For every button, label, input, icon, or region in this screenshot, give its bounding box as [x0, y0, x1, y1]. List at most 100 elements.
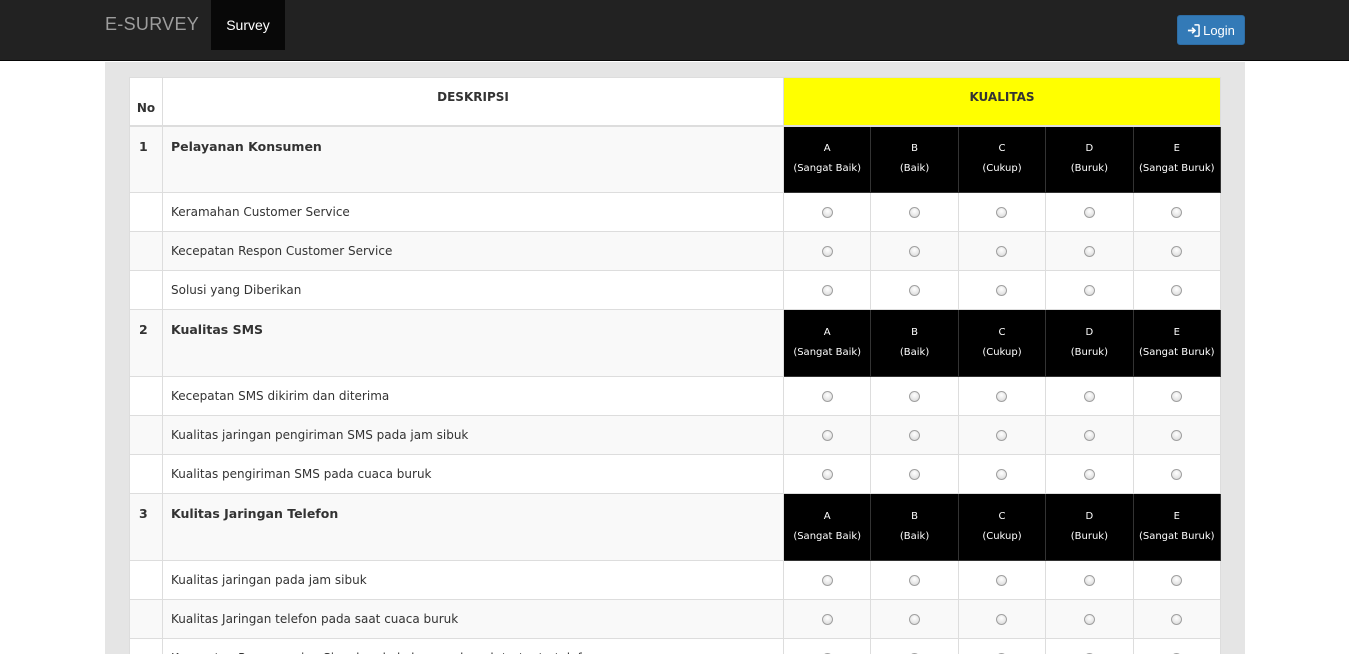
rating-radio[interactable] [996, 468, 1008, 480]
grade-header-cell: D (Buruk) [1045, 493, 1134, 561]
question-empty-cell [129, 599, 163, 639]
grade-letter: B [911, 143, 919, 155]
radio-cell [957, 270, 1047, 310]
rating-radio[interactable] [1083, 613, 1095, 625]
question-empty-cell [129, 192, 163, 232]
grade-label: (Baik) [899, 163, 930, 175]
section-row: 3 Kulitas Jaringan Telefon A (Sangat Baik) B… [129, 493, 1221, 561]
rating-radio[interactable] [1171, 206, 1183, 218]
rating-radio[interactable] [821, 574, 833, 586]
rating-radio[interactable] [1171, 390, 1183, 402]
grade-label: (Cukup) [982, 531, 1022, 542]
rating-radio[interactable] [1083, 574, 1095, 586]
grade-header-cell: C (Cukup) [957, 125, 1047, 193]
top-navbar: E-SURVEY Survey Login [0, 0, 1349, 61]
login-label: Login [1203, 22, 1235, 38]
grade-letter: C [998, 143, 1006, 155]
grade-label: (Sangat Baik) [793, 163, 862, 175]
rating-radio[interactable] [909, 574, 921, 586]
radio-cell [782, 599, 872, 639]
rating-radio[interactable] [1083, 245, 1095, 257]
question-row: Kecepatan Penyampaian Sinyal pada kalang… [129, 638, 1221, 654]
grade-label: (Buruk) [1070, 347, 1108, 358]
rating-radio[interactable] [1171, 245, 1183, 257]
tab-survey[interactable]: Survey [211, 0, 285, 50]
radio-cell [870, 192, 959, 232]
radio-cell [870, 231, 959, 271]
grade-label: (Cukup) [982, 163, 1022, 175]
grade-label: (Cukup) [982, 347, 1022, 358]
login-button[interactable]: Login [1177, 15, 1245, 45]
rating-radio[interactable] [1083, 284, 1095, 296]
radio-cell [1132, 231, 1221, 271]
table-header-row: No DESKRIPSI KUALITAS [129, 77, 1221, 127]
grade-header-cell: D (Buruk) [1045, 125, 1134, 193]
rating-radio[interactable] [909, 245, 921, 257]
radio-cell [782, 638, 872, 654]
rating-radio[interactable] [996, 613, 1008, 625]
rating-radio[interactable] [1083, 468, 1095, 480]
rating-radio[interactable] [821, 245, 833, 257]
rating-radio[interactable] [996, 574, 1008, 586]
rating-radio[interactable] [996, 390, 1008, 402]
section-title: Pelayanan Konsumen [162, 125, 784, 193]
rating-radio[interactable] [1171, 613, 1183, 625]
radio-cell [782, 415, 872, 455]
grade-header-cell: A (Sangat Baik) [782, 309, 872, 377]
rating-radio[interactable] [1083, 429, 1095, 441]
rating-radio[interactable] [996, 245, 1008, 257]
rating-radio[interactable] [1171, 574, 1183, 586]
radio-cell [870, 638, 959, 654]
section-title: Kualitas SMS [162, 309, 784, 377]
radio-cell [870, 599, 959, 639]
grade-label: (Sangat Buruk) [1138, 531, 1215, 542]
question-empty-cell [129, 415, 163, 455]
radio-cell [957, 599, 1047, 639]
grade-letter: B [911, 327, 919, 338]
rating-radio[interactable] [821, 429, 833, 441]
section-row: 2 Kualitas SMS A (Sangat Baik) B (Baik) C (Cuku… [129, 309, 1221, 377]
rating-radio[interactable] [821, 613, 833, 625]
question-empty-cell [129, 454, 163, 494]
rating-radio[interactable] [1171, 468, 1183, 480]
rating-radio[interactable] [909, 206, 921, 218]
radio-cell [957, 192, 1047, 232]
radio-cell [782, 231, 872, 271]
rating-radio[interactable] [821, 284, 833, 296]
rating-radio[interactable] [996, 206, 1008, 218]
radio-cell [1132, 415, 1221, 455]
question-row: Kecepatan SMS dikirim dan diterima [129, 376, 1221, 416]
rating-radio[interactable] [909, 468, 921, 480]
grade-letter: B [911, 511, 919, 522]
rating-radio[interactable] [909, 284, 921, 296]
rating-radio[interactable] [996, 429, 1008, 441]
rating-radio[interactable] [1083, 390, 1095, 402]
radio-cell [1132, 638, 1221, 654]
radio-cell [1132, 270, 1221, 310]
rating-radio[interactable] [909, 429, 921, 441]
rating-radio[interactable] [821, 390, 833, 402]
section-number: 2 [129, 309, 163, 377]
rating-radio[interactable] [1171, 429, 1183, 441]
grade-header-cell: A (Sangat Baik) [782, 125, 872, 193]
radio-cell [782, 270, 872, 310]
brand-logo[interactable]: E-SURVEY [105, 14, 199, 35]
radio-cell [1045, 454, 1134, 494]
rating-radio[interactable] [909, 613, 921, 625]
rating-radio[interactable] [909, 390, 921, 402]
question-text: Kecepatan SMS dikirim dan diterima [162, 376, 784, 416]
grade-header-cell: E (Sangat Buruk) [1132, 125, 1221, 193]
radio-cell [1045, 599, 1134, 639]
rating-radio[interactable] [1083, 206, 1095, 218]
question-row: Kualitas Jaringan telefon pada saat cuac… [129, 599, 1221, 639]
rating-radio[interactable] [1171, 284, 1183, 296]
radio-cell [1045, 231, 1134, 271]
question-text: Keramahan Customer Service [162, 192, 784, 232]
rating-radio[interactable] [996, 284, 1008, 296]
question-empty-cell [129, 638, 163, 654]
radio-cell [1132, 376, 1221, 416]
rating-radio[interactable] [821, 468, 833, 480]
radio-cell [782, 454, 872, 494]
rating-radio[interactable] [821, 206, 833, 218]
grade-letter: C [998, 327, 1006, 338]
